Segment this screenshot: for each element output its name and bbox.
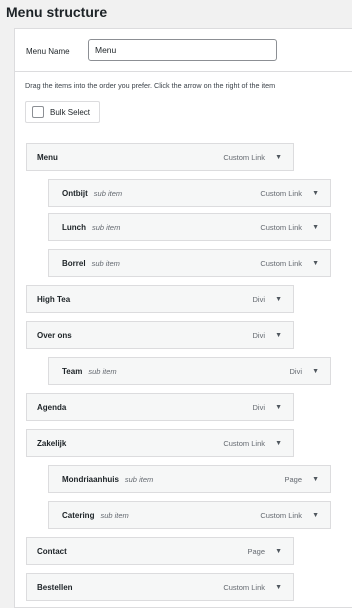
menu-item[interactable]: Contact Page ▼ [26,537,294,565]
chevron-down-icon[interactable]: ▼ [275,154,282,161]
menu-item-sub-label: sub item [93,188,123,198]
menu-item-title: Borrel [62,258,86,268]
chevron-down-icon[interactable]: ▼ [312,224,319,231]
menu-item-title: Catering [62,510,95,520]
instructions-text: Drag the items into the order you prefer… [25,81,276,90]
menu-item[interactable]: Lunch sub item Custom Link ▼ [48,213,331,241]
menu-item-title: Over ons [37,330,72,340]
menu-item-title: Bestellen [37,582,73,592]
chevron-down-icon[interactable]: ▼ [312,476,319,483]
menu-item-title: Menu [37,152,58,162]
menu-name-input[interactable] [88,39,277,61]
menu-item-title: Mondriaanhuis [62,474,119,484]
menu-item-title: High Tea [37,294,71,304]
menu-item-sub-label: sub item [91,258,120,268]
menu-item[interactable]: Ontbijt sub item Custom Link ▼ [48,179,331,207]
menu-item[interactable]: High Tea Divi ▼ [26,285,294,313]
menu-name-label: Menu Name [26,47,70,56]
menu-item-type: Page [284,474,302,484]
chevron-down-icon[interactable]: ▼ [312,260,319,267]
menu-item-type: Divi [252,330,266,340]
menu-structure-panel: Menu Name Drag the items into the order … [14,28,352,608]
menu-item-type: Custom Link [260,258,302,268]
menu-item[interactable]: Mondriaanhuis sub item Page ▼ [48,465,331,493]
menu-item[interactable]: Bestellen Custom Link ▼ [26,573,294,601]
menu-item-type: Divi [289,366,303,376]
menu-item-title: Ontbijt [62,188,88,198]
menu-item-sub-label: sub item [124,474,154,484]
menu-item-type: Divi [252,294,266,304]
menu-item-title: Zakelijk [37,438,67,448]
menu-item[interactable]: Zakelijk Custom Link ▼ [26,429,294,457]
chevron-down-icon[interactable]: ▼ [312,190,319,197]
menu-item-sub-label: sub item [92,222,121,232]
menu-item[interactable]: Over ons Divi ▼ [26,321,294,349]
menu-item-type: Custom Link [223,152,265,162]
chevron-down-icon[interactable]: ▼ [275,548,282,555]
menu-item-type: Custom Link [260,222,302,232]
menu-item-type: Custom Link [223,438,265,448]
menu-item-title: Team [62,366,83,376]
menu-item[interactable]: Catering sub item Custom Link ▼ [48,501,331,529]
menu-item-title: Contact [37,546,67,556]
checkbox-icon[interactable] [32,106,44,118]
menu-item-type: Page [247,546,265,556]
chevron-down-icon[interactable]: ▼ [312,368,319,375]
menu-item-type: Custom Link [223,582,265,592]
menu-item-title: Agenda [37,402,67,412]
chevron-down-icon[interactable]: ▼ [275,584,282,591]
bulk-select-label: Bulk Select [50,107,91,117]
chevron-down-icon[interactable]: ▼ [275,440,282,447]
chevron-down-icon[interactable]: ▼ [312,512,319,519]
menu-item[interactable]: Agenda Divi ▼ [26,393,294,421]
menu-item-sub-label: sub item [88,366,117,376]
menu-item-type: Custom Link [260,188,302,198]
menu-item-type: Divi [252,402,266,412]
menu-item-sub-label: sub item [100,510,129,520]
menu-item[interactable]: Menu Custom Link ▼ [26,143,294,171]
menu-item[interactable]: Borrel sub item Custom Link ▼ [48,249,331,277]
bulk-select-button[interactable]: Bulk Select [25,101,100,123]
chevron-down-icon[interactable]: ▼ [275,332,282,339]
menu-item[interactable]: Team sub item Divi ▼ [48,357,331,385]
page-title: Menu structure [6,4,108,20]
chevron-down-icon[interactable]: ▼ [275,404,282,411]
chevron-down-icon[interactable]: ▼ [275,296,282,303]
menu-item-title: Lunch [62,222,86,232]
divider [15,71,352,72]
menu-item-type: Custom Link [260,510,302,520]
